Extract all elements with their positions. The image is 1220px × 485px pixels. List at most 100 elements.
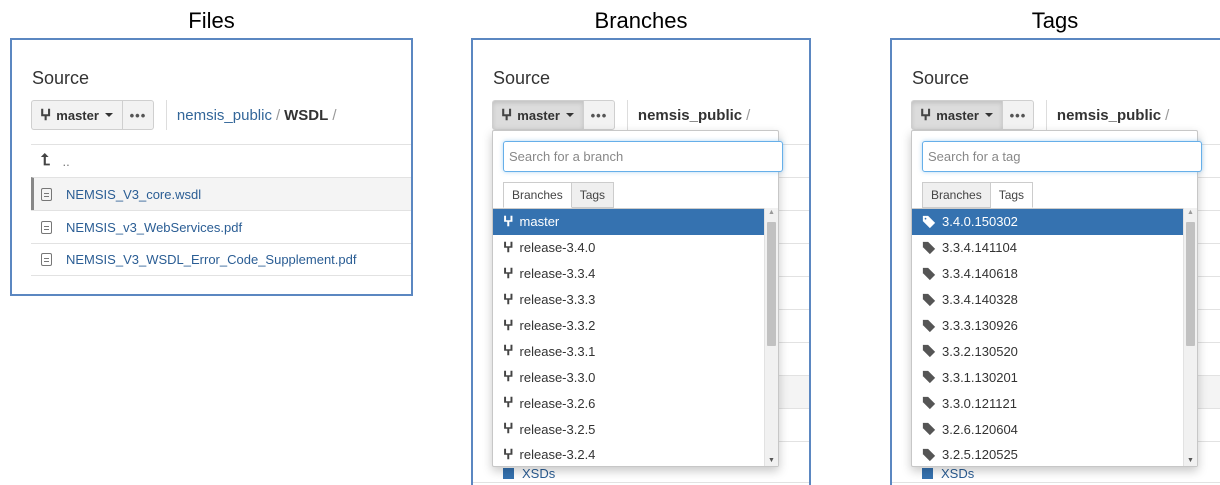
branch-item[interactable]: ⵖ release-3.3.1: [493, 338, 764, 364]
source-heading: Source: [912, 68, 970, 88]
background-folder-row[interactable]: XSDs: [503, 466, 555, 481]
background-folder-row[interactable]: XSDs: [922, 466, 974, 481]
scrollbar-thumb[interactable]: [767, 222, 776, 346]
tag-icon: [922, 319, 936, 332]
branch-item[interactable]: ⵖ release-3.4.0: [493, 235, 764, 261]
branch-item[interactable]: ⵖ release-3.3.4: [493, 261, 764, 287]
more-actions-button[interactable]: •••: [121, 100, 154, 130]
breadcrumb-separator: /: [1165, 106, 1170, 124]
branch-icon: ⵖ: [503, 239, 514, 256]
tag-item-label: 3.3.1.130201: [942, 369, 1018, 385]
branch-icon: ⵖ: [920, 106, 932, 124]
file-row[interactable]: NEMSIS_V3_core.wsdl: [31, 177, 411, 210]
breadcrumb-repo-link[interactable]: nemsis_public: [177, 107, 272, 124]
files-title: Files: [188, 8, 235, 33]
tag-icon: [922, 371, 936, 384]
tag-icon: [922, 448, 936, 462]
branch-item-label: release-3.3.3: [519, 292, 596, 308]
branch-selector-label: master: [56, 107, 99, 123]
source-toolbar: ⵖ master ••• nemsis_public / WSDL /: [31, 100, 340, 130]
scrollbar-thumb[interactable]: [1186, 222, 1195, 346]
toolbar-divider: [165, 100, 167, 130]
file-row[interactable]: NEMSIS_v3_WebServices.pdf: [31, 210, 411, 243]
tag-item-label: 3.3.4.141104: [942, 240, 1017, 256]
branch-dropdown: Branches Tags ⵖ master ⵖ release-3.4.0 ⵖ re…: [492, 130, 783, 468]
branch-icon: ⵖ: [503, 395, 514, 412]
branches-panel: Source ⵖ master ••• nemsis_public / XSDs …: [471, 38, 811, 485]
tag-search-input[interactable]: [922, 141, 1202, 172]
breadcrumb-separator: /: [746, 106, 751, 124]
dropdown-tabs: Branches Tags: [503, 182, 615, 208]
scroll-down-icon[interactable]: ▼: [768, 457, 775, 464]
tag-icon: [922, 293, 936, 306]
branch-item[interactable]: ⵖ release-3.2.4: [493, 442, 764, 468]
tag-item[interactable]: 3.3.2.130520: [912, 338, 1183, 364]
source-heading: Source: [32, 68, 90, 88]
branch-item-label: master: [519, 214, 560, 230]
source-toolbar: ⵖ master ••• nemsis_public /: [911, 100, 1173, 130]
tag-item[interactable]: 3.2.5.120525: [912, 442, 1183, 468]
branch-item[interactable]: ⵖ release-3.3.3: [493, 287, 764, 313]
parent-folder-label: ..: [62, 153, 70, 169]
branch-item-label: release-3.4.0: [519, 240, 596, 256]
branch-selector-button[interactable]: ⵖ master: [492, 100, 583, 130]
source-heading: Source: [493, 68, 551, 88]
branch-selector-label: master: [936, 107, 979, 123]
row-divider: [892, 482, 1220, 483]
breadcrumb-repo[interactable]: nemsis_public: [638, 107, 742, 124]
tab-branches[interactable]: Branches: [922, 182, 991, 208]
breadcrumb-separator: /: [332, 106, 337, 124]
tab-tags[interactable]: Tags: [990, 182, 1034, 208]
tag-item[interactable]: 3.3.0.121121: [912, 390, 1183, 416]
branch-item-label: release-3.2.4: [519, 447, 596, 463]
branch-item[interactable]: ⵖ release-3.2.5: [493, 416, 764, 442]
tag-list: 3.4.0.150302 3.3.4.141104 3.3.4.140618 3…: [912, 208, 1183, 468]
tag-item[interactable]: 3.3.1.130201: [912, 364, 1183, 390]
parent-folder-row[interactable]: ⮤ ..: [31, 144, 411, 177]
scroll-up-icon[interactable]: ▲: [768, 209, 775, 216]
tag-icon: [922, 241, 936, 254]
file-row[interactable]: NEMSIS_V3_WSDL_Error_Code_Supplement.pdf: [31, 243, 411, 276]
tag-item-label: 3.2.5.120525: [942, 447, 1018, 463]
tag-item[interactable]: 3.2.6.120604: [912, 416, 1183, 442]
tag-item-label: 3.4.0.150302: [942, 214, 1018, 230]
branch-item[interactable]: ⵖ release-3.3.2: [493, 313, 764, 339]
tag-item-label: 3.3.2.130520: [942, 343, 1018, 359]
dropdown-scrollbar[interactable]: ▲ ▼: [1183, 208, 1197, 466]
tag-icon: [922, 215, 936, 229]
tag-item[interactable]: 3.4.0.150302: [912, 209, 1183, 235]
branch-icon: ⵖ: [503, 265, 514, 282]
breadcrumb-repo[interactable]: nemsis_public: [1057, 107, 1161, 124]
tag-icon: [922, 267, 936, 280]
file-icon: [41, 220, 52, 234]
file-name: NEMSIS_V3_core.wsdl: [66, 186, 202, 202]
branch-icon: ⵖ: [503, 369, 514, 386]
branch-selector-button[interactable]: ⵖ master: [911, 100, 1002, 130]
tag-item[interactable]: 3.3.4.140618: [912, 261, 1183, 287]
dropdown-tabs: Branches Tags: [922, 182, 1034, 208]
more-actions-button[interactable]: •••: [582, 100, 615, 130]
branch-icon: ⵖ: [503, 446, 514, 463]
branch-item[interactable]: ⵖ release-3.3.0: [493, 364, 764, 390]
branch-selector-button[interactable]: ⵖ master: [31, 100, 122, 130]
tab-tags[interactable]: Tags: [571, 182, 615, 208]
folder-icon: [503, 468, 514, 479]
branch-item[interactable]: ⵖ release-3.2.6: [493, 390, 764, 416]
tag-item[interactable]: 3.3.4.141104: [912, 235, 1183, 261]
scroll-up-icon[interactable]: ▲: [1187, 209, 1194, 216]
more-actions-button[interactable]: •••: [1001, 100, 1034, 130]
branch-search-input[interactable]: [503, 141, 783, 172]
tag-item[interactable]: 3.3.3.130926: [912, 313, 1183, 339]
branch-item[interactable]: ⵖ master: [493, 209, 764, 235]
branch-item-label: release-3.3.1: [519, 343, 596, 359]
dropdown-scrollbar[interactable]: ▲ ▼: [764, 208, 778, 466]
tag-item[interactable]: 3.3.4.140328: [912, 287, 1183, 313]
branch-icon: ⵖ: [503, 317, 514, 334]
file-icon: [41, 187, 52, 201]
tag-item-label: 3.3.4.140618: [942, 266, 1018, 282]
scroll-down-icon[interactable]: ▼: [1187, 457, 1194, 464]
up-arrow-icon: ⮤: [41, 152, 51, 169]
tag-icon: [922, 397, 936, 410]
tab-branches[interactable]: Branches: [503, 182, 572, 208]
branch-item-label: release-3.3.2: [519, 318, 596, 333]
